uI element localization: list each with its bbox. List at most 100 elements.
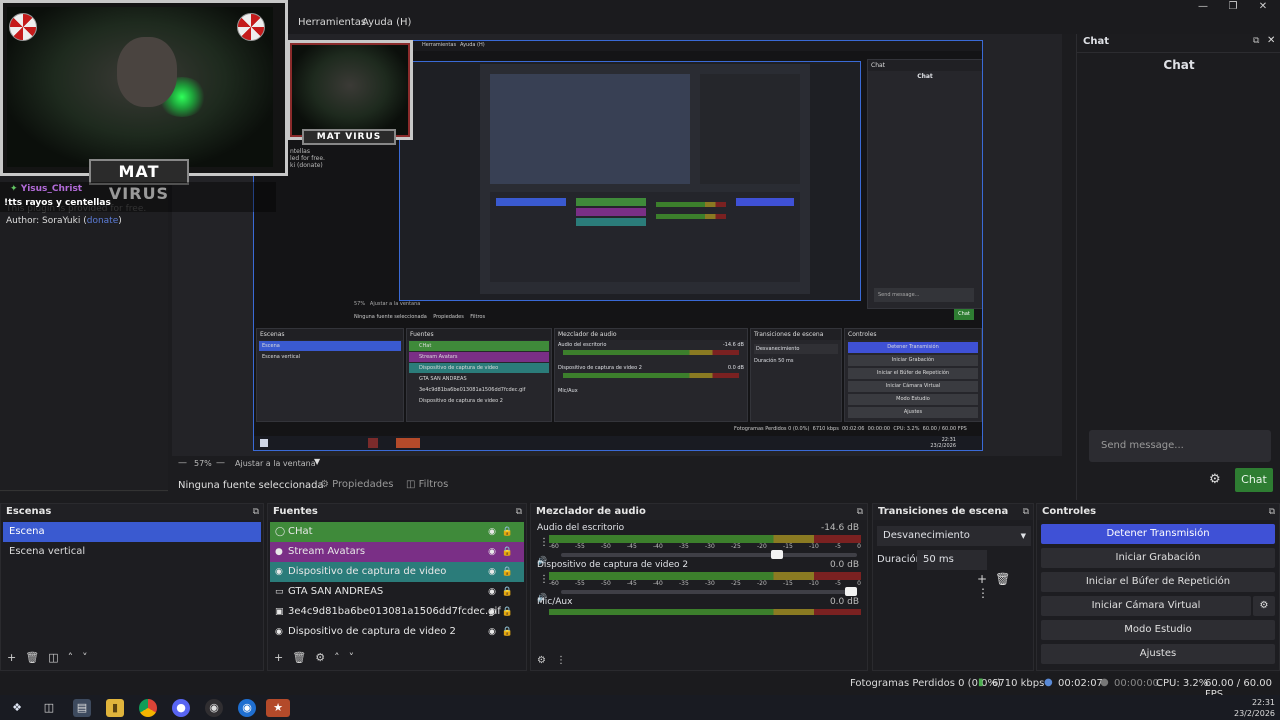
chrome-icon[interactable] (139, 699, 157, 717)
menu-dots-icon[interactable]: ⋮ (977, 586, 997, 600)
lock-icon[interactable]: 🔒 (502, 542, 513, 562)
chat-send-input[interactable]: Send message... (1089, 430, 1271, 462)
nested-deep-docks (490, 192, 800, 282)
menu-tools[interactable]: Herramientas (298, 17, 366, 28)
donate-link[interactable]: donate (87, 216, 119, 226)
volume-knob[interactable] (771, 550, 784, 559)
undock-icon[interactable]: ⧉ (1253, 36, 1259, 46)
add-icon[interactable]: + (274, 651, 292, 664)
sources-title: Fuentes (273, 506, 318, 517)
volume-slider[interactable] (561, 550, 857, 559)
close-window-icon[interactable]: ✕ (1248, 0, 1278, 16)
meter-tick-label: -25 (731, 580, 741, 587)
meter-tick-label: -35 (679, 543, 689, 550)
eye-icon[interactable]: ◉ (488, 522, 496, 542)
add-icon[interactable]: + (7, 651, 25, 664)
chat-send-button[interactable]: Chat (1235, 468, 1273, 492)
meter-tick-label: 0 (857, 580, 861, 587)
start-recording-button[interactable]: Iniciar Grabación (1041, 548, 1275, 568)
nested-clock: 22:31 23/2/2026 (930, 437, 956, 449)
fit-dropdown-icon[interactable]: ▼ (314, 457, 320, 466)
down-icon[interactable]: ˅ (349, 651, 364, 664)
track-menu-icon[interactable]: ⋮ (539, 537, 549, 548)
calculator-icon[interactable]: ▤ (73, 699, 91, 717)
trash-icon[interactable]: 🗑 (292, 651, 315, 664)
gear-icon[interactable]: ⚙ (315, 651, 334, 664)
meter-tick-label: -35 (679, 580, 689, 587)
lock-icon[interactable]: 🔒 (502, 562, 513, 582)
mixer-track-name: Audio del escritorio (537, 523, 625, 533)
source-item-capture[interactable]: ◉ Dispositivo de captura de video ◉ 🔒 (270, 562, 524, 582)
zoom-slider-icon[interactable]: — (216, 458, 225, 468)
source-item-gif[interactable]: ▣ 3e4c9d81ba6be013081a1506dd7fcdec.gif ◉ 🔒 (270, 602, 524, 622)
source-label: Dispositivo de captura de video 2 (288, 626, 456, 637)
filters-button[interactable]: ◫ Filtros (406, 479, 448, 490)
settings-gear-icon[interactable]: ⚙ (1209, 472, 1221, 487)
eye-icon[interactable]: ◉ (488, 582, 496, 602)
eye-icon[interactable]: ◉ (488, 602, 496, 622)
undock-icon[interactable]: ⧉ (1023, 504, 1029, 520)
windows-start-icon[interactable]: ❖ (8, 699, 26, 717)
eye-icon[interactable]: ◉ (488, 542, 496, 562)
properties-button[interactable]: ⚙ Propiedades (320, 479, 393, 490)
eye-icon[interactable]: ◉ (488, 622, 496, 642)
nested-deep-chat (700, 74, 800, 184)
scene-item-escena-vertical[interactable]: Escena vertical (3, 542, 261, 562)
lock-icon[interactable]: 🔒 (502, 582, 513, 602)
file-explorer-icon[interactable]: ▮ (106, 699, 124, 717)
up-icon[interactable]: ˄ (68, 651, 83, 664)
nested-source-bar: Ninguna fuente seleccionada Propiedades … (354, 314, 485, 320)
nested-no-source: Ninguna fuente seleccionada (354, 314, 427, 320)
settings-button[interactable]: Ajustes (1041, 644, 1275, 664)
nested-deep-preview (490, 74, 690, 184)
fit-window-select[interactable]: Ajustar a la ventana (235, 459, 316, 468)
undock-icon[interactable]: ⧉ (857, 504, 863, 520)
umbrella-logo-left (9, 13, 37, 41)
obs-icon[interactable]: ◉ (205, 699, 223, 717)
advanced-audio-icon[interactable]: ⚙ (537, 655, 556, 666)
eye-icon[interactable]: ◉ (488, 562, 496, 582)
source-item-stream-avatars[interactable]: ● Stream Avatars ◉ 🔒 (270, 542, 524, 562)
trash-icon[interactable]: 🗑 (25, 651, 48, 664)
transitions-dock: Transiciones de escena ⧉ Desvanecimiento ▼… (872, 503, 1034, 671)
source-item-capture-2[interactable]: ◉ Dispositivo de captura de video 2 ◉ 🔒 (270, 622, 524, 642)
add-icon[interactable]: + (977, 572, 995, 586)
gta-san-andreas-icon[interactable]: ★ (266, 699, 290, 717)
meter-tick-label: -5 (835, 543, 841, 550)
stop-streaming-button[interactable]: Detener Transmisión (1041, 524, 1275, 544)
nested-fps: 60.00 / 60.00 FPS (922, 426, 967, 432)
minimize-icon[interactable]: — (1188, 0, 1218, 16)
scene-item-escena[interactable]: Escena (3, 522, 261, 542)
restore-icon[interactable]: ❐ (1218, 0, 1248, 16)
start-virtual-camera-button[interactable]: Iniciar Cámara Virtual (1041, 596, 1251, 616)
down-icon[interactable]: ˅ (82, 651, 97, 664)
source-label: CHat (288, 526, 313, 537)
duration-input[interactable]: 50 ms (917, 550, 987, 570)
transition-select[interactable]: Desvanecimiento ▼ (877, 526, 1031, 546)
lock-icon[interactable]: 🔒 (502, 602, 513, 622)
trash-icon[interactable]: 🗑 (995, 572, 1018, 586)
close-dock-icon[interactable]: ✕ (1267, 35, 1275, 46)
zoom-minus-icon[interactable]: — (178, 458, 187, 468)
start-replay-buffer-button[interactable]: Iniciar el Búfer de Repetición (1041, 572, 1275, 592)
virtual-camera-settings-icon[interactable]: ⚙ (1253, 596, 1275, 616)
volume-slider[interactable] (561, 587, 858, 596)
nested-chat-title: Chat (868, 60, 982, 71)
lock-icon[interactable]: 🔒 (502, 522, 513, 542)
undock-icon[interactable]: ⧉ (516, 504, 522, 520)
lock-icon[interactable]: 🔒 (502, 622, 513, 642)
app-icon[interactable]: ◉ (238, 699, 256, 717)
discord-icon[interactable]: ● (172, 699, 190, 717)
undock-icon[interactable]: ⧉ (1269, 504, 1275, 520)
track-menu-icon[interactable]: ⋮ (539, 574, 549, 585)
undock-icon[interactable]: ⧉ (253, 504, 259, 520)
task-view-icon[interactable]: ◫ (40, 699, 58, 717)
up-icon[interactable]: ˄ (334, 651, 349, 664)
studio-mode-button[interactable]: Modo Estudio (1041, 620, 1275, 640)
source-item-gta[interactable]: ▭ GTA SAN ANDREAS ◉ 🔒 (270, 582, 524, 602)
filter-icon[interactable]: ◫ (48, 651, 67, 664)
source-item-chat[interactable]: ◯ CHat ◉ 🔒 (270, 522, 524, 542)
menu-dots-icon[interactable]: ⋮ (556, 655, 576, 666)
volume-knob[interactable] (845, 587, 858, 596)
menu-help[interactable]: Ayuda (H) (362, 17, 411, 28)
